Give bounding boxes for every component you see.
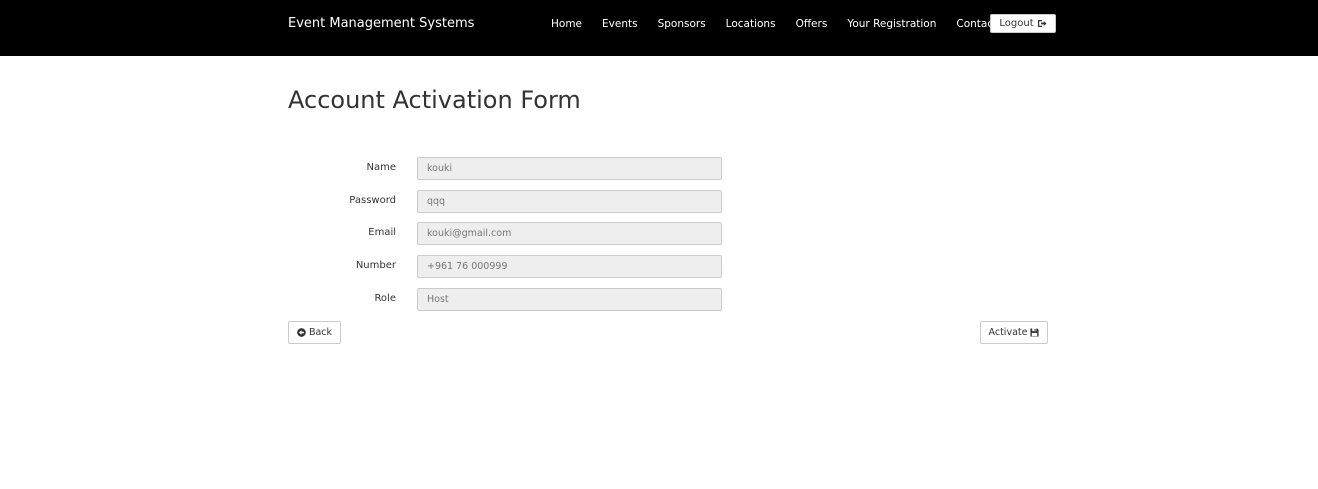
- nav-link-home[interactable]: Home: [551, 18, 582, 30]
- nav-link-your-registration[interactable]: Your Registration: [847, 18, 936, 30]
- top-navbar: Event Management Systems Home Events Spo…: [0, 0, 1318, 56]
- name-label: Name: [366, 162, 396, 173]
- nav-links: Home Events Sponsors Locations Offers Yo…: [543, 0, 1034, 48]
- nav-link-events[interactable]: Events: [602, 18, 638, 30]
- number-label: Number: [355, 260, 396, 271]
- nav-link-sponsors[interactable]: Sponsors: [658, 18, 706, 30]
- back-button[interactable]: Back: [288, 321, 341, 344]
- sign-out-icon: [1037, 20, 1047, 27]
- activate-label: Activate: [988, 327, 1028, 338]
- floppy-disk-icon: [1030, 328, 1040, 337]
- email-label: Email: [368, 227, 396, 238]
- circle-arrow-left-icon: [297, 328, 306, 337]
- brand-title[interactable]: Event Management Systems: [288, 16, 474, 31]
- back-label: Back: [308, 327, 333, 338]
- nav-link-locations[interactable]: Locations: [726, 18, 776, 30]
- form-row-password: Password: [288, 190, 728, 213]
- form-row-email: Email: [288, 222, 728, 245]
- name-input[interactable]: [417, 157, 722, 180]
- number-input[interactable]: [417, 255, 722, 278]
- page-title: Account Activation Form: [288, 86, 581, 114]
- email-input[interactable]: [417, 222, 722, 245]
- password-label: Password: [349, 195, 396, 206]
- form-row-number: Number: [288, 255, 728, 278]
- form-row-role: Role: [288, 288, 728, 311]
- role-input[interactable]: [417, 288, 722, 311]
- nav-link-offers[interactable]: Offers: [796, 18, 828, 30]
- form-row-name: Name: [288, 157, 728, 180]
- password-input[interactable]: [417, 190, 722, 213]
- role-label: Role: [374, 293, 396, 304]
- logout-label: Logout: [999, 18, 1034, 29]
- activate-button[interactable]: Activate: [980, 321, 1048, 344]
- logout-button[interactable]: Logout: [990, 14, 1056, 33]
